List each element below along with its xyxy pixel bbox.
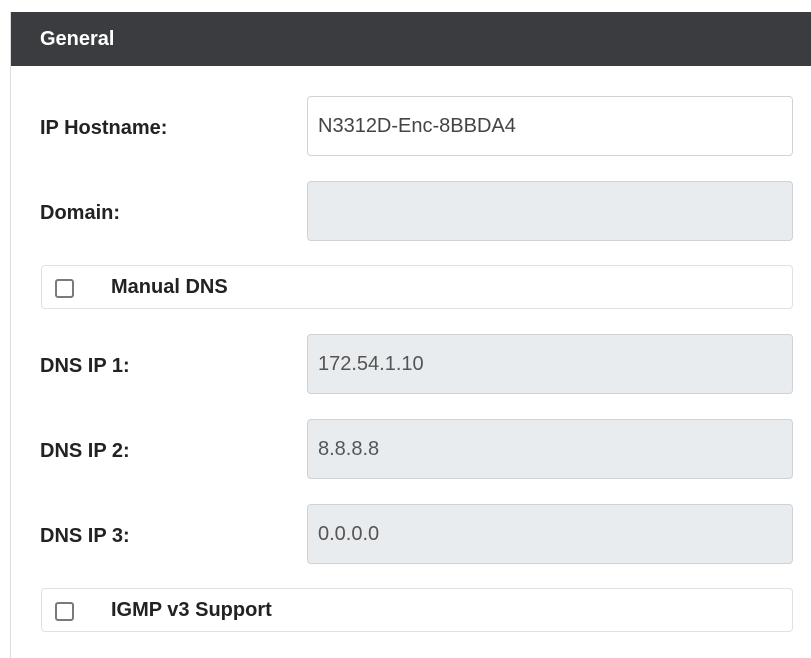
- hostname-input[interactable]: [307, 96, 793, 156]
- general-panel: General IP Hostname: Domain: Manual DNS …: [10, 12, 811, 658]
- igmp-v3-row[interactable]: IGMP v3 Support: [41, 588, 793, 632]
- domain-label: Domain:: [40, 202, 120, 224]
- panel-title: General: [11, 12, 811, 66]
- dns-ip-1-label: DNS IP 1:: [40, 355, 130, 377]
- manual-dns-checkbox[interactable]: [55, 279, 74, 298]
- dns-ip-2-label: DNS IP 2:: [40, 440, 130, 462]
- igmp-v3-label: IGMP v3 Support: [111, 599, 272, 621]
- dns-ip-1-input[interactable]: [307, 334, 793, 394]
- domain-input[interactable]: [307, 181, 793, 241]
- dns-ip-3-input[interactable]: [307, 504, 793, 564]
- hostname-label: IP Hostname:: [40, 117, 168, 139]
- igmp-v3-checkbox[interactable]: [55, 602, 74, 621]
- dns-ip-3-label: DNS IP 3:: [40, 525, 130, 547]
- manual-dns-row[interactable]: Manual DNS: [41, 265, 793, 309]
- manual-dns-label: Manual DNS: [111, 276, 228, 298]
- dns-ip-2-input[interactable]: [307, 419, 793, 479]
